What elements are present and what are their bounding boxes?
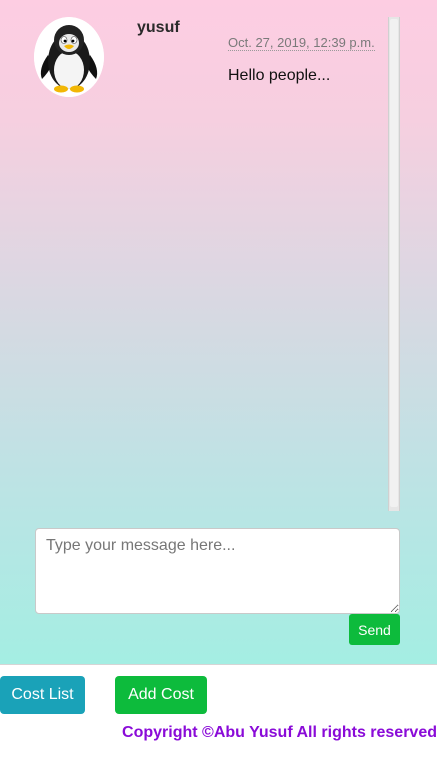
scrollbar-thumb[interactable] — [390, 19, 398, 507]
send-button[interactable]: Send — [349, 614, 400, 645]
avatar — [34, 17, 104, 97]
message-text: Hello people... — [228, 67, 331, 84]
chat-scrollbar[interactable] — [388, 17, 400, 511]
message-username: yusuf — [137, 19, 180, 36]
penguin-icon — [34, 17, 104, 97]
message-input[interactable] — [35, 528, 400, 614]
cost-list-button[interactable]: Cost List — [0, 676, 85, 714]
copyright-text: Copyright ©Abu Yusuf All rights reserved — [122, 724, 437, 741]
message-timestamp: Oct. 27, 2019, 12:39 p.m. — [228, 35, 375, 51]
chat-area: yusuf Oct. 27, 2019, 12:39 p.m. Hello pe… — [0, 0, 437, 665]
add-cost-button[interactable]: Add Cost — [115, 676, 207, 714]
